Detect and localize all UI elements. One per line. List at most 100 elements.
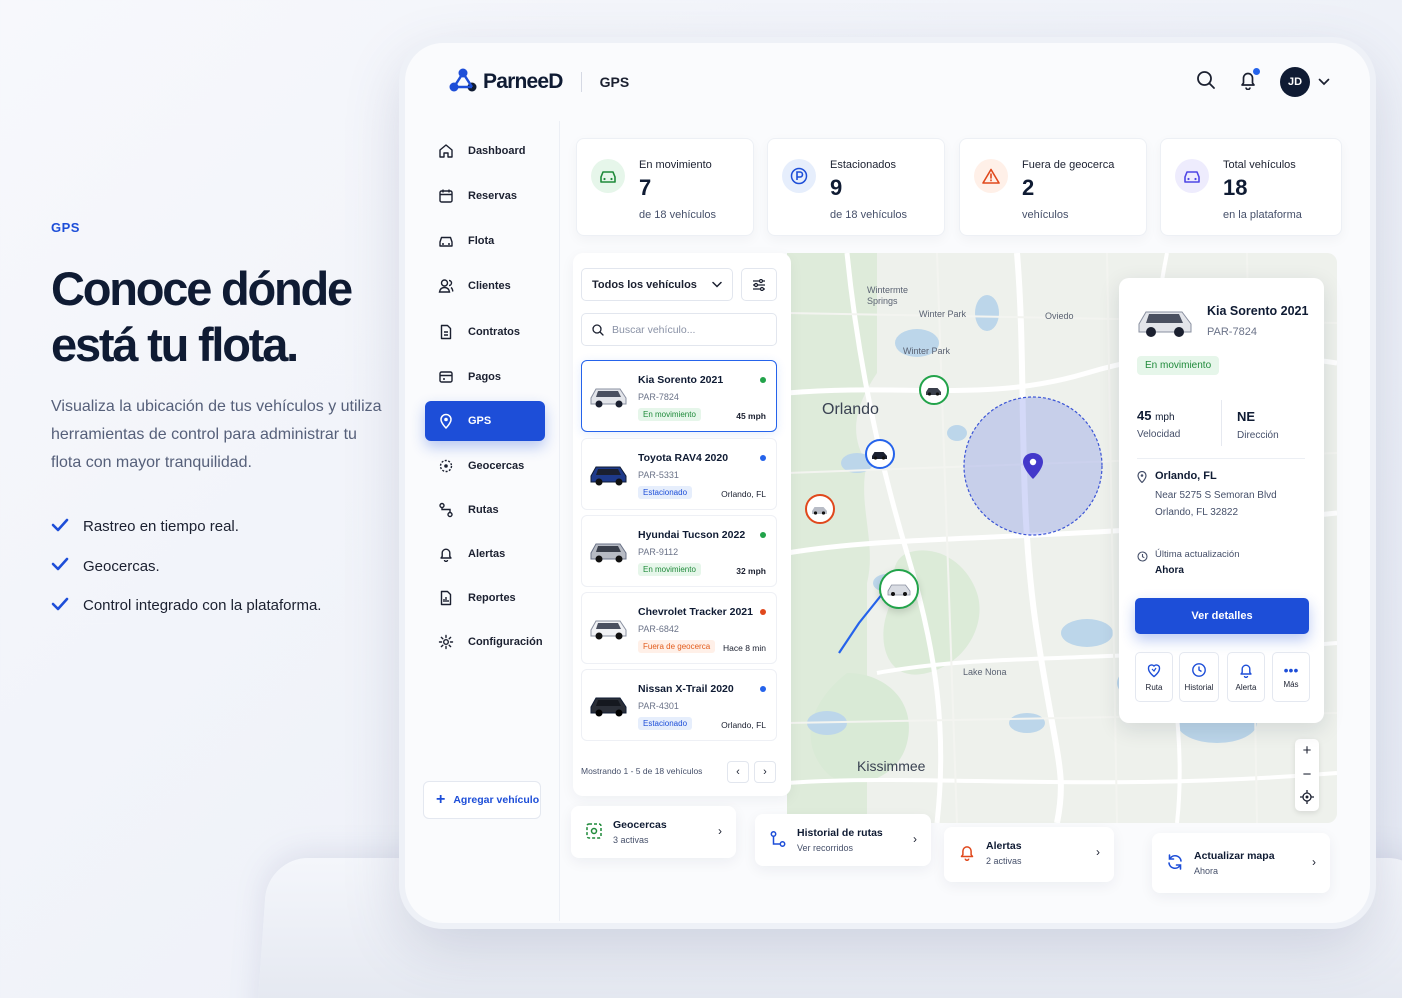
add-vehicle-button[interactable]: + Agregar vehículo	[423, 781, 541, 819]
vehicle-search-input[interactable]: Buscar vehículo...	[581, 313, 777, 346]
sidebar-item-reservas[interactable]: Reservas	[425, 176, 545, 216]
quick-card-refresh-map[interactable]: Actualizar mapa Ahora ›	[1152, 833, 1330, 893]
sidebar-item-label: Dashboard	[468, 145, 526, 157]
wallet-icon	[439, 371, 453, 383]
stat-card-parked[interactable]: Estacionados 9 de 18 vehículos	[767, 138, 945, 236]
sidebar-item-configuracion[interactable]: Configuración	[425, 622, 545, 662]
stat-card-moving[interactable]: En movimiento 7 de 18 vehículos	[576, 138, 754, 236]
quick-card-title: Alertas	[986, 840, 1022, 852]
sidebar-item-alertas[interactable]: Alertas	[425, 534, 545, 574]
sidebar-item-label: Rutas	[468, 504, 499, 516]
more-dots-icon: •••	[1283, 662, 1299, 678]
vehicle-list-item[interactable]: Hyundai Tucson 2022 PAR-9112 En movimien…	[581, 515, 777, 587]
sidebar-item-label: Contratos	[468, 326, 520, 338]
detail-vehicle-plate: PAR-7824	[1207, 326, 1257, 338]
search-placeholder: Buscar vehículo...	[612, 323, 696, 336]
brand-mark-icon	[449, 67, 477, 98]
feature-text: Rastreo en tiempo real.	[83, 518, 239, 536]
vehicle-name: Kia Sorento 2021	[638, 374, 724, 386]
user-menu[interactable]: JD	[1280, 67, 1330, 97]
vehicle-marker-outside-geofence[interactable]	[805, 494, 835, 524]
app-window: ParneeD GPS JD Dashboard Reservas Flota …	[405, 43, 1370, 923]
notification-dot	[1253, 67, 1260, 75]
speed-unit: mph	[1155, 412, 1175, 423]
stat-value: 7	[639, 175, 652, 200]
action-label: Más	[1283, 680, 1299, 689]
vehicle-meta: Orlando, FL	[721, 489, 766, 499]
sliders-icon	[753, 278, 765, 291]
sidebar-item-geocercas[interactable]: Geocercas	[425, 446, 545, 486]
locate-me-icon[interactable]	[1300, 789, 1314, 808]
vehicle-thumbnail	[588, 611, 630, 646]
vehicle-meta: Orlando, FL	[721, 720, 766, 730]
add-vehicle-label: Agregar vehículo	[453, 794, 540, 806]
view-details-button[interactable]: Ver detalles	[1135, 598, 1309, 634]
alert-action-button[interactable]: Alerta	[1227, 652, 1265, 702]
section-title: GPS	[599, 74, 630, 90]
quick-card-route-history[interactable]: Historial de rutas Ver recorridos ›	[755, 814, 931, 866]
detail-vehicle-name: Kia Sorento 2021	[1207, 304, 1309, 318]
chevron-right-icon: ›	[718, 824, 722, 838]
vehicle-meta: Hace 8 min	[723, 643, 766, 653]
map-city-label: Kissimmee	[857, 758, 926, 774]
stat-value: 9	[830, 175, 843, 200]
status-badge: Fuera de geocerca	[638, 640, 716, 653]
zoom-in-button[interactable]: +	[1303, 742, 1312, 759]
refresh-icon	[1166, 853, 1184, 876]
stat-sub: en la plataforma	[1223, 209, 1302, 221]
vehicle-list-item[interactable]: Chevrolet Tracker 2021 PAR-6842 Fuera de…	[581, 592, 777, 664]
search-icon[interactable]	[1196, 70, 1216, 95]
sidebar-item-clientes[interactable]: Clientes	[425, 266, 545, 306]
pagination-prev-button[interactable]: ‹	[727, 761, 749, 783]
promo-title-line2: está tu flota.	[51, 318, 299, 371]
document-icon	[440, 324, 452, 340]
status-badge: En movimiento	[638, 563, 701, 576]
quick-card-title: Geocercas	[613, 819, 667, 831]
vehicle-filter-select[interactable]: Todos los vehículos	[581, 268, 733, 301]
vehicle-marker-selected[interactable]	[879, 569, 919, 609]
sidebar-item-dashboard[interactable]: Dashboard	[425, 131, 545, 171]
notifications-bell-icon[interactable]	[1238, 67, 1260, 95]
last-update-value: Ahora	[1155, 565, 1184, 576]
sidebar-item-pagos[interactable]: Pagos	[425, 357, 545, 397]
brand-name: ParneeD	[483, 70, 563, 93]
stat-card-total[interactable]: Total vehículos 18 en la plataforma	[1160, 138, 1342, 236]
brand-logo[interactable]: ParneeD GPS	[449, 67, 629, 98]
detail-location: Orlando, FL	[1155, 470, 1217, 482]
sidebar-item-label: Reservas	[468, 190, 517, 202]
map-label: Lake Nona	[963, 667, 1007, 677]
check-icon	[51, 518, 73, 536]
stat-card-outside-geofence[interactable]: Fuera de geocerca 2 vehículos	[959, 138, 1147, 236]
vehicle-marker-parked[interactable]	[865, 439, 895, 469]
app-header: ParneeD GPS JD	[405, 43, 1370, 121]
vehicle-list-item[interactable]: Toyota RAV4 2020 PAR-5331 Estacionado Or…	[581, 438, 777, 510]
history-action-button[interactable]: Historial	[1179, 652, 1219, 702]
quick-card-alerts[interactable]: Alertas 2 activas ›	[944, 827, 1114, 882]
promo-description: Visualiza la ubicación de tus vehículos …	[51, 398, 382, 471]
feature-item: Control integrado con la plataforma.	[51, 586, 391, 626]
sidebar-item-label: Reportes	[468, 592, 516, 604]
route-action-button[interactable]: Ruta	[1135, 652, 1173, 702]
vehicle-list-item[interactable]: Nissan X-Trail 2020 PAR-4301 Estacionado…	[581, 669, 777, 741]
map-label: Oviedo	[1045, 311, 1074, 321]
quick-card-sub: 2 activas	[986, 856, 1022, 866]
quick-card-sub: Ahora	[1194, 866, 1219, 876]
sidebar-item-gps[interactable]: GPS	[425, 401, 545, 441]
action-label: Ruta	[1145, 683, 1163, 692]
sidebar-item-contratos[interactable]: Contratos	[425, 312, 545, 352]
detail-address-line2: Orlando, FL 32822	[1155, 507, 1239, 518]
avatar: JD	[1280, 67, 1310, 97]
more-action-button[interactable]: ••• Más	[1272, 652, 1310, 702]
pagination-next-button[interactable]: ›	[754, 761, 776, 783]
vehicle-thumbnail	[588, 688, 630, 723]
last-update-label: Última actualización	[1155, 549, 1240, 560]
vehicle-list-item[interactable]: Kia Sorento 2021 PAR-7824 En movimiento …	[581, 360, 777, 432]
sidebar-item-flota[interactable]: Flota	[425, 221, 545, 261]
quick-card-title: Historial de rutas	[797, 827, 883, 839]
vehicle-marker-moving[interactable]	[919, 375, 949, 405]
filter-options-button[interactable]	[741, 268, 777, 301]
sidebar-item-reportes[interactable]: Reportes	[425, 578, 545, 618]
zoom-out-button[interactable]: −	[1303, 766, 1312, 783]
quick-card-geofences[interactable]: Geocercas 3 activas ›	[571, 806, 736, 858]
sidebar-item-rutas[interactable]: Rutas	[425, 490, 545, 530]
